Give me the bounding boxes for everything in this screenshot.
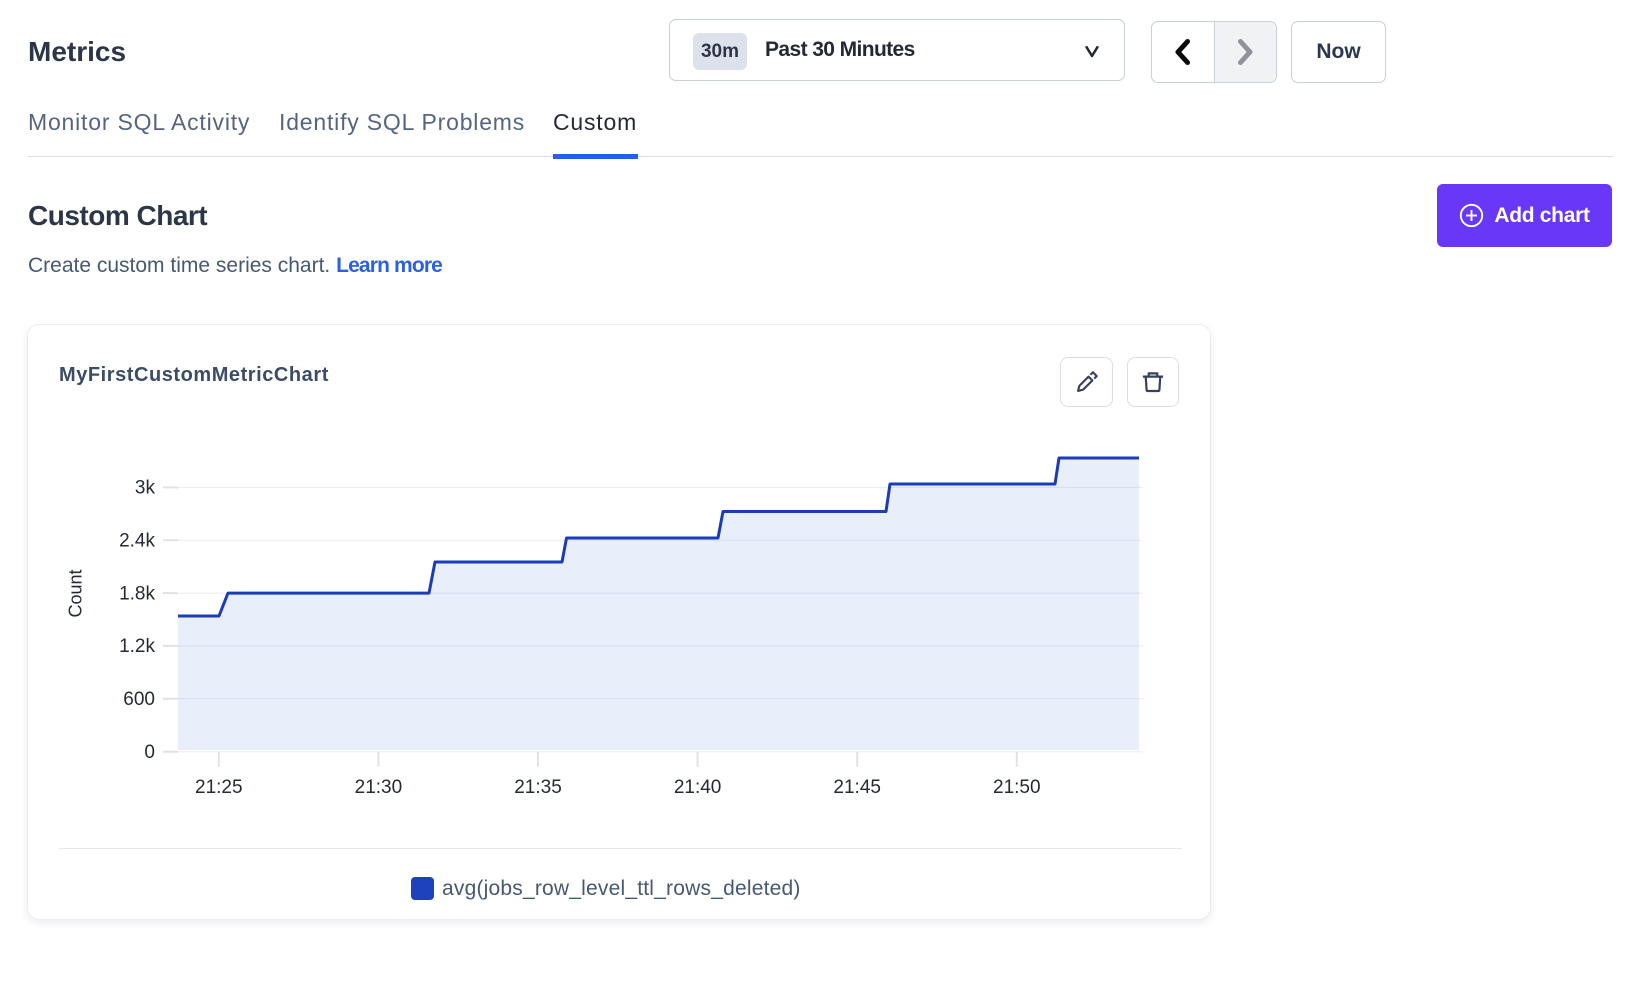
svg-text:21:25: 21:25 [195, 777, 243, 798]
svg-text:Count: Count [66, 569, 86, 617]
svg-text:0: 0 [144, 742, 155, 763]
svg-text:21:30: 21:30 [355, 777, 403, 798]
svg-text:1.8k: 1.8k [119, 583, 155, 604]
svg-text:600: 600 [123, 689, 155, 710]
svg-text:21:50: 21:50 [993, 777, 1041, 798]
svg-text:3k: 3k [135, 478, 156, 499]
svg-text:21:45: 21:45 [833, 777, 881, 798]
svg-text:2.4k: 2.4k [119, 531, 155, 552]
svg-text:21:40: 21:40 [674, 777, 722, 798]
svg-text:1.2k: 1.2k [119, 636, 155, 657]
svg-text:21:35: 21:35 [514, 777, 562, 798]
